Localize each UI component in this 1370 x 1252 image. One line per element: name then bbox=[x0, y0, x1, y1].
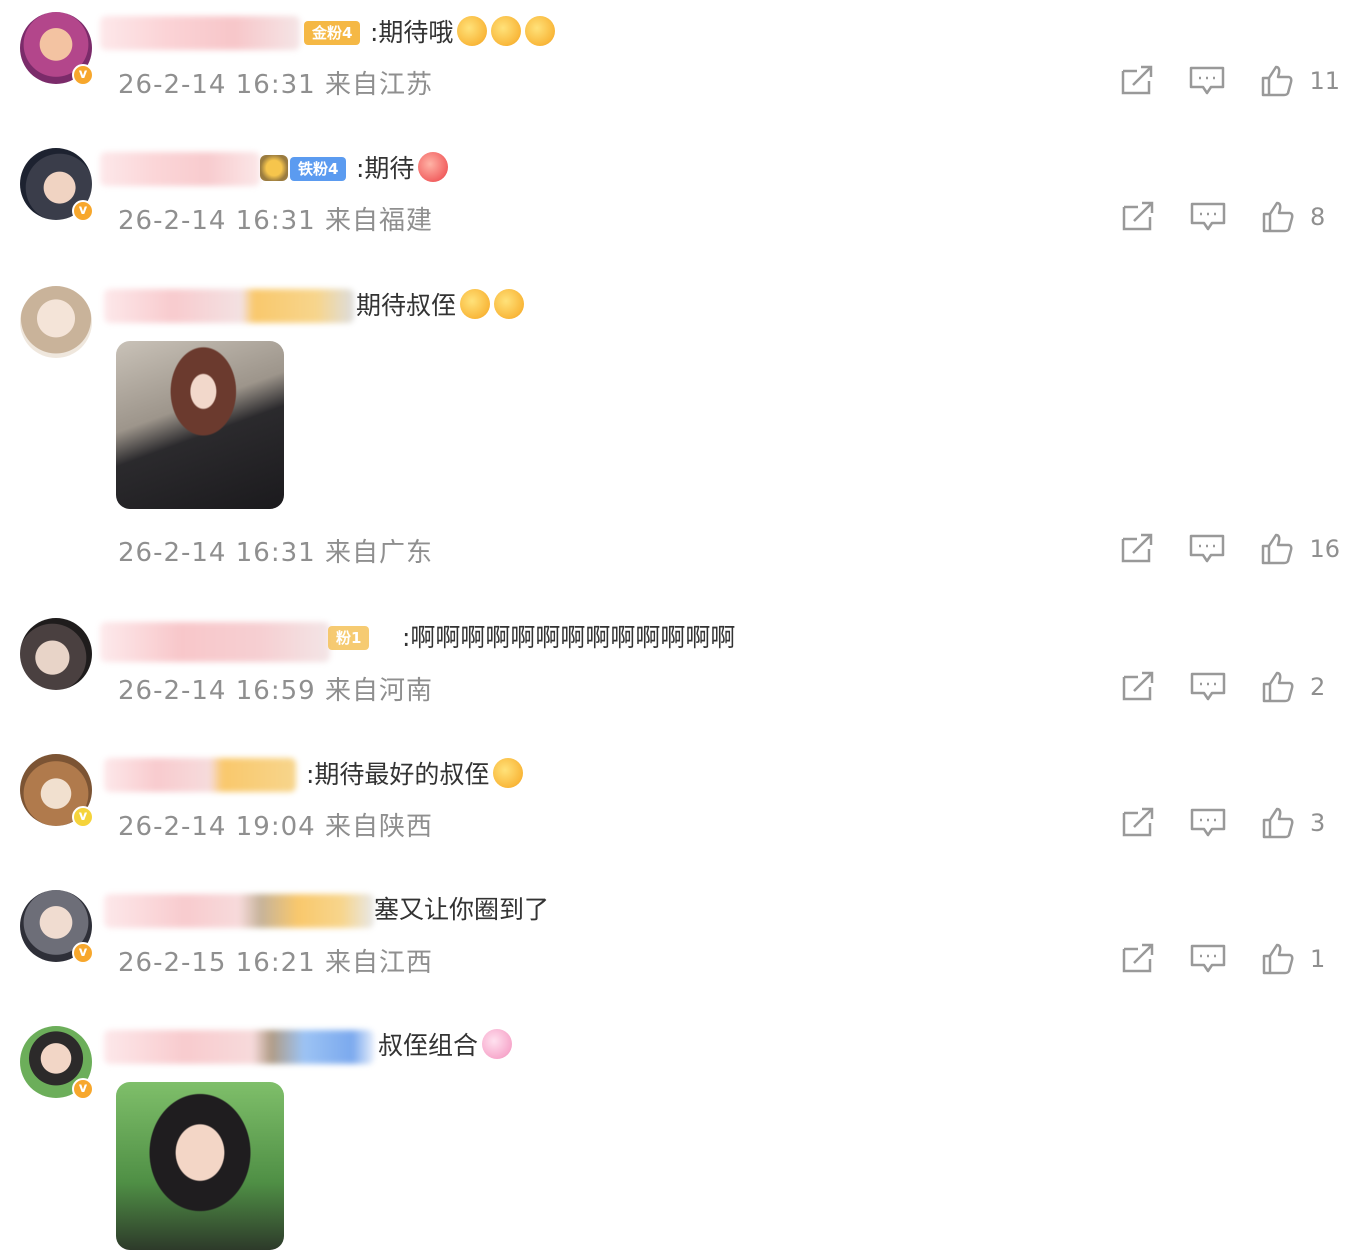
avatar[interactable]: v bbox=[20, 12, 94, 86]
username-blurred[interactable] bbox=[100, 16, 300, 50]
comment-icon[interactable] bbox=[1189, 65, 1225, 97]
like-count: 8 bbox=[1310, 203, 1326, 231]
emoji-icon bbox=[493, 758, 524, 788]
timestamp: 26-2-15 16:21 bbox=[118, 948, 316, 978]
verified-badge-icon: v bbox=[72, 942, 94, 964]
emoji-icon bbox=[457, 16, 488, 46]
location: 来自河南 bbox=[324, 676, 433, 706]
like-count: 1 bbox=[1310, 945, 1326, 973]
avatar[interactable] bbox=[20, 618, 92, 690]
emoji-icon bbox=[418, 152, 449, 182]
location: 来自江苏 bbox=[324, 70, 433, 100]
share-icon[interactable] bbox=[1120, 201, 1156, 233]
comment-text: :期待哦 bbox=[370, 16, 556, 50]
like-icon[interactable] bbox=[1260, 943, 1296, 975]
comment-image[interactable] bbox=[116, 341, 284, 509]
comment-meta: 26-2-14 16:31 来自广东 bbox=[118, 532, 433, 569]
like-count: 2 bbox=[1310, 673, 1326, 701]
fan-badge: 粉1 bbox=[328, 626, 370, 650]
action-bar: 1 bbox=[1086, 942, 1340, 976]
like-icon[interactable] bbox=[1260, 201, 1296, 233]
comment-meta: 26-2-14 19:04 来自陕西 bbox=[118, 806, 433, 843]
like-count: 3 bbox=[1310, 809, 1326, 837]
like-icon[interactable] bbox=[1260, 807, 1296, 839]
comment-meta: 26-2-15 16:21 来自江西 bbox=[118, 942, 433, 979]
username-blurred[interactable] bbox=[104, 1030, 374, 1064]
comment-text: :期待 bbox=[356, 152, 449, 186]
timestamp: 26-2-14 16:31 bbox=[118, 206, 316, 236]
comment-image[interactable] bbox=[116, 1082, 284, 1250]
verified-badge-icon: v bbox=[72, 1078, 94, 1100]
comment-icon[interactable] bbox=[1190, 671, 1226, 703]
comment-meta: 26-2-14 16:59 来自河南 bbox=[118, 670, 433, 707]
location: 来自陕西 bbox=[324, 812, 433, 842]
avatar[interactable]: v bbox=[20, 148, 94, 222]
location: 来自广东 bbox=[324, 538, 433, 568]
comment-meta: 26-2-14 16:31 来自福建 bbox=[118, 200, 433, 237]
username-blurred[interactable] bbox=[104, 894, 374, 928]
comment-text: :期待最好的叔侄 bbox=[306, 758, 524, 792]
like-count: 16 bbox=[1309, 535, 1340, 563]
comment-text: 叔侄组合 bbox=[378, 1029, 513, 1063]
share-icon[interactable] bbox=[1119, 65, 1155, 97]
emoji-icon bbox=[491, 16, 522, 46]
crown-icon bbox=[260, 155, 288, 181]
location: 来自福建 bbox=[324, 206, 433, 236]
fan-badge: 铁粉4 bbox=[290, 157, 347, 181]
timestamp: 26-2-14 16:59 bbox=[118, 676, 316, 706]
verified-badge-icon: v bbox=[72, 806, 94, 828]
username-blurred[interactable] bbox=[104, 289, 354, 323]
action-bar: 8 bbox=[1086, 200, 1340, 234]
verified-badge-icon: v bbox=[72, 64, 94, 86]
share-icon[interactable] bbox=[1120, 807, 1156, 839]
action-bar: 16 bbox=[1085, 532, 1340, 566]
emoji-icon bbox=[482, 1029, 513, 1059]
avatar[interactable]: v bbox=[20, 754, 94, 828]
fan-badge: 金粉4 bbox=[304, 21, 361, 45]
timestamp: 26-2-14 19:04 bbox=[118, 812, 316, 842]
username-blurred[interactable] bbox=[104, 758, 296, 792]
comment-icon[interactable] bbox=[1190, 807, 1226, 839]
comment-text: 塞又让你圈到了 bbox=[374, 895, 550, 924]
like-icon[interactable] bbox=[1259, 533, 1295, 565]
action-bar: 11 bbox=[1085, 64, 1340, 98]
comment-icon[interactable] bbox=[1189, 533, 1225, 565]
share-icon[interactable] bbox=[1120, 671, 1156, 703]
username-blurred[interactable] bbox=[100, 622, 330, 662]
location: 来自江西 bbox=[324, 948, 433, 978]
like-icon[interactable] bbox=[1259, 65, 1295, 97]
comment-icon[interactable] bbox=[1190, 943, 1226, 975]
comment-text: 期待叔侄 bbox=[356, 289, 525, 323]
action-bar: 3 bbox=[1086, 806, 1340, 840]
comment-icon[interactable] bbox=[1190, 201, 1226, 233]
like-icon[interactable] bbox=[1260, 671, 1296, 703]
emoji-icon bbox=[525, 16, 556, 46]
emoji-icon bbox=[460, 289, 491, 319]
share-icon[interactable] bbox=[1119, 533, 1155, 565]
timestamp: 26-2-14 16:31 bbox=[118, 70, 316, 100]
comment-text: :啊啊啊啊啊啊啊啊啊啊啊啊啊 bbox=[402, 623, 736, 652]
comment-meta: 26-2-14 16:31 来自江苏 bbox=[118, 64, 433, 101]
verified-badge-icon: v bbox=[72, 200, 94, 222]
username-blurred[interactable] bbox=[100, 152, 260, 186]
timestamp: 26-2-14 16:31 bbox=[118, 538, 316, 568]
avatar[interactable]: v bbox=[20, 1026, 94, 1100]
avatar[interactable] bbox=[20, 286, 92, 358]
like-count: 11 bbox=[1309, 67, 1340, 95]
action-bar: 2 bbox=[1086, 670, 1340, 704]
avatar[interactable]: v bbox=[20, 890, 94, 964]
share-icon[interactable] bbox=[1120, 943, 1156, 975]
emoji-icon bbox=[494, 289, 525, 319]
